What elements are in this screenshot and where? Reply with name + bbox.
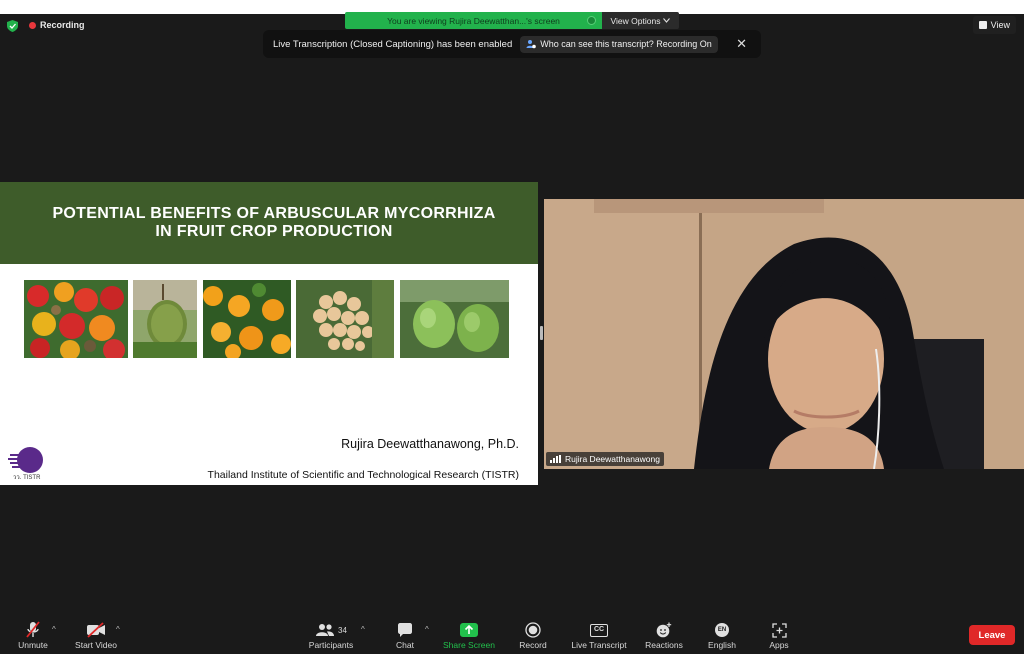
apps-button[interactable]: Apps xyxy=(764,618,794,654)
transcript-info-label: Who can see this transcript? Recording O… xyxy=(540,39,712,49)
audio-options-chevron-icon[interactable]: ^ xyxy=(52,625,56,634)
record-icon xyxy=(525,622,541,638)
smiley-plus-icon xyxy=(656,622,672,638)
apps-label: Apps xyxy=(769,640,789,650)
durian-photo xyxy=(133,280,197,358)
shared-slide: POTENTIAL BENEFITS OF ARBUSCULAR MYCORRH… xyxy=(0,182,538,485)
slide-institute: Thailand Institute of Scientific and Tec… xyxy=(207,469,519,481)
record-label: Record xyxy=(519,640,547,650)
screen-share-banner: You are viewing Rujira Deewatthan...'s s… xyxy=(345,12,679,29)
video-options-chevron-icon[interactable]: ^ xyxy=(116,625,120,634)
tistr-logo: วว. TISTR xyxy=(8,447,43,481)
chevron-down-icon xyxy=(663,18,671,23)
apps-icon xyxy=(771,622,787,638)
participants-button[interactable]: 34 Participants xyxy=(305,618,357,654)
share-screen-button[interactable]: Share Screen xyxy=(440,618,498,654)
fruit-photos xyxy=(0,280,538,358)
longkong-photo xyxy=(296,280,394,358)
recording-dot-icon xyxy=(29,21,36,29)
participant-name: Rujira Deewatthanawong xyxy=(565,454,660,464)
slide-title-line2: IN FRUIT CROP PRODUCTION xyxy=(155,223,393,240)
transcript-info-button[interactable]: Who can see this transcript? Recording O… xyxy=(520,35,718,53)
view-button[interactable]: View xyxy=(972,16,1016,34)
security-shield-icon[interactable] xyxy=(7,20,18,32)
share-screen-label: Share Screen xyxy=(443,640,495,650)
meeting-toolbar: Unmute ^ Start Video ^ 34 Participants ^… xyxy=(0,618,1024,654)
connection-signal-icon xyxy=(550,455,561,463)
cashew-photo xyxy=(24,280,128,358)
leave-button[interactable]: Leave xyxy=(969,625,1015,645)
share-screen-icon xyxy=(460,623,478,637)
reactions-label: Reactions xyxy=(645,640,683,650)
language-button[interactable]: EN English xyxy=(704,618,740,654)
resize-divider-handle[interactable] xyxy=(540,326,543,340)
reactions-button[interactable]: Reactions xyxy=(642,618,686,654)
video-off-icon xyxy=(87,622,105,638)
people-info-icon xyxy=(526,40,537,49)
language-badge-icon: EN xyxy=(715,623,729,637)
participants-count: 34 xyxy=(338,625,347,635)
recording-label: Recording xyxy=(40,20,85,30)
language-label: English xyxy=(708,640,736,650)
unmute-button[interactable]: Unmute xyxy=(14,618,52,654)
close-icon[interactable]: ✕ xyxy=(736,36,747,52)
view-options-button[interactable]: View Options xyxy=(602,12,679,29)
participants-options-chevron-icon[interactable]: ^ xyxy=(361,625,365,634)
unmute-label: Unmute xyxy=(18,640,48,650)
participant-name-tag: Rujira Deewatthanawong xyxy=(546,452,664,466)
live-transcript-button[interactable]: CC Live Transcript xyxy=(568,618,630,654)
record-button[interactable]: Record xyxy=(515,618,551,654)
viewing-screen-text: You are viewing Rujira Deewatthan...'s s… xyxy=(387,15,560,26)
view-label: View xyxy=(990,20,1010,30)
slide-title-banner: POTENTIAL BENEFITS OF ARBUSCULAR MYCORRH… xyxy=(0,182,538,264)
slide-author: Rujira Deewatthanawong, Ph.D. xyxy=(341,437,519,451)
participant-video-tile[interactable]: Rujira Deewatthanawong xyxy=(544,199,1024,469)
muted-mic-icon xyxy=(26,621,40,638)
participants-label: Participants xyxy=(308,640,354,650)
closed-caption-icon: CC xyxy=(590,623,608,637)
chat-bubble-icon xyxy=(398,622,412,637)
slide-title-line1: POTENTIAL BENEFITS OF ARBUSCULAR MYCORRH… xyxy=(52,205,496,222)
start-video-label: Start Video xyxy=(75,640,117,650)
view-layout-icon xyxy=(978,21,987,29)
recording-indicator[interactable]: Recording xyxy=(29,19,85,31)
viewing-screen-notice: You are viewing Rujira Deewatthan...'s s… xyxy=(345,12,602,29)
start-video-button[interactable]: Start Video xyxy=(70,618,122,654)
transcription-message: Live Transcription (Closed Captioning) h… xyxy=(273,38,513,50)
chat-label: Chat xyxy=(396,640,414,650)
share-status-icon xyxy=(587,16,596,25)
chat-button[interactable]: Chat xyxy=(390,618,420,654)
orange-photo xyxy=(203,280,291,358)
participants-icon xyxy=(316,624,335,636)
transcription-toast: Live Transcription (Closed Captioning) h… xyxy=(263,30,761,58)
pomelo-photo xyxy=(400,280,509,358)
participant-video-feed xyxy=(544,199,1024,469)
chat-options-chevron-icon[interactable]: ^ xyxy=(425,625,429,634)
live-transcript-label: Live Transcript xyxy=(571,640,627,650)
logo-text: วว. TISTR xyxy=(13,475,41,481)
view-options-label: View Options xyxy=(610,15,661,26)
